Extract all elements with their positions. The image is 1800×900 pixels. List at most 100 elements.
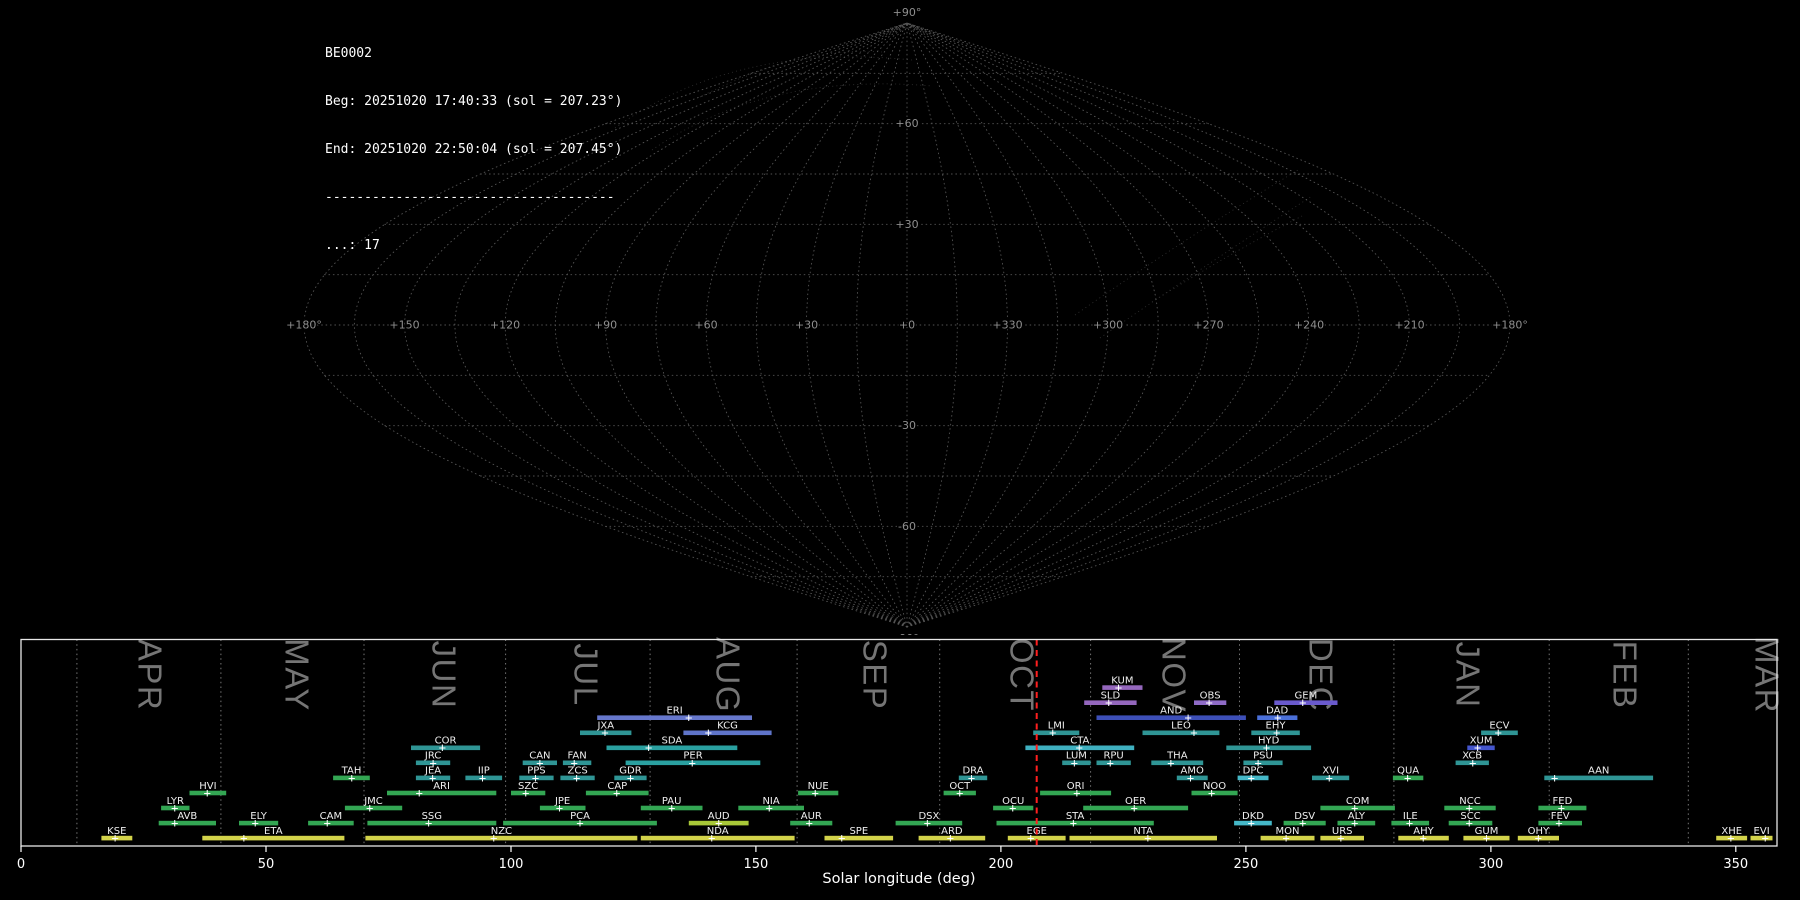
shower-label: JPE [554,796,570,807]
tick-label: 250 [1233,857,1258,872]
longitude-label: +270 [1193,319,1223,332]
shower-label: OCT [949,781,971,792]
shower-label: NZC [491,826,512,837]
shower-label: SLD [1101,691,1121,702]
shower-label: XCB [1462,751,1482,762]
month-labels: APR MAY JUN JUL AUG SEP OCT NOV DEC JAN FEB MAR [132,636,1786,714]
shower-label: ARI [433,781,450,792]
faint-tracks [614,51,1313,339]
shower-label: LUM [1066,751,1087,762]
month-label: OCT [1004,638,1041,712]
shower-peak-marker: + [240,831,247,845]
month-label: JUL [568,643,605,706]
separator-line: ------------------------------------- [325,190,615,205]
shower-label: GUM [1475,826,1499,837]
shower-label: HVI [199,781,216,792]
shower-label: DSV [1294,811,1315,822]
meteor-count: ...: 17 [325,238,380,253]
longitude-label: +330 [992,319,1022,332]
shower-label: CTA [1070,736,1089,747]
station-id: BE0002 [325,46,372,61]
shower-label: AUR [801,811,822,822]
month-label: NOV [1156,637,1193,713]
tick-label: 50 [258,857,275,872]
radiant-track-arc [1151,215,1303,303]
tick-label: 300 [1478,857,1503,872]
shower-label: NTA [1133,826,1153,837]
shower-label: AAN [1588,766,1609,777]
radiant-track-arc [1099,195,1313,339]
info-panel: BE0002 Beg: 20251020 17:40:33 (sol = 207… [325,14,622,270]
shower-label: OHY [1528,826,1550,837]
month-label: MAR [1748,636,1785,714]
shower-label: SPE [849,826,868,837]
longitude-label: +60 [694,319,717,332]
shower-label: CAN [529,751,550,762]
longitude-label: +240 [1294,319,1324,332]
shower-label: ETA [264,826,283,837]
observation-begin-time: Beg: 20251020 17:40:33 (sol = 207.23°) [325,94,623,109]
shower-label: KSE [107,826,126,837]
shower-label: THA [1166,751,1188,762]
meridian-line [806,22,908,628]
longitude-label: +210 [1394,319,1424,332]
shower-label: GEM [1295,691,1318,702]
longitude-label: +30 [795,319,818,332]
shower-peak-marker: + [685,711,692,725]
shower-label: FEV [1551,811,1570,822]
shower-label: SSG [422,811,442,822]
shower-peak-marker: + [645,741,652,755]
shower-label: NCC [1459,796,1480,807]
shower-label: SZC [518,781,538,792]
shower-label: XVI [1322,766,1339,777]
shower-label: PER [683,751,702,762]
shower-label: CAP [607,781,627,792]
shower-label: XUM [1470,736,1493,747]
shower-label: ERI [666,706,682,717]
shower-label: PAU [662,796,682,807]
shower-label: OER [1125,796,1146,807]
shower-label: DSX [918,811,939,822]
meridian-line [906,22,1461,628]
shower-label: LYR [167,796,184,807]
shower-label: AMO [1181,766,1204,777]
shower-label: EVI [1754,826,1770,837]
shower-peak-marker: + [838,831,845,845]
shower-label: AUD [708,811,730,822]
shower-peak-marker: + [1551,771,1558,785]
shower-label: HYD [1258,736,1280,747]
shower-peak-marker: + [1190,726,1197,740]
shower-label: NDA [707,826,729,837]
tick-label: 200 [988,857,1013,872]
shower-label: URS [1332,826,1353,837]
tick-label: 0 [17,857,25,872]
shower-label: EHY [1266,721,1287,732]
shower-label: NIA [762,796,779,807]
month-label: FEB [1606,641,1643,710]
month-label: JUN [426,641,463,710]
shower-label: KCG [717,721,738,732]
shower-label: COR [435,736,457,747]
shower-label: PCA [570,811,590,822]
shower-label: QUA [1397,766,1419,777]
shower-label: LEO [1171,721,1191,732]
shower-activity-timeline: APR MAY JUN JUL AUG SEP OCT NOV DEC JAN FEB MAR+KUM… [17,636,1786,887]
shower-label: COM [1346,796,1369,807]
shower-label: SCC [1460,811,1480,822]
latitude-label: -60 [898,520,916,533]
shower-label: FED [1553,796,1573,807]
shower-label: ZCS [568,766,588,777]
shower-label: ECV [1489,721,1509,732]
shower-label: PSU [1253,751,1273,762]
longitude-label: +300 [1093,319,1123,332]
showers: +KUM+SLD +OBS +GEM+ERI +AND +DAD+JXA + KCG +LMI… [101,675,1773,845]
shower-peak-marker: + [416,786,423,800]
latitude-label: +60 [895,117,918,130]
shower-label: AHY [1413,826,1434,837]
shower-label: OBS [1200,691,1221,702]
x-axis-ticks [20,846,1737,852]
tick-label: 150 [743,857,768,872]
month-label: SEP [857,640,894,711]
shower-label: JXA [596,721,614,732]
longitude-label: +150 [389,319,419,332]
